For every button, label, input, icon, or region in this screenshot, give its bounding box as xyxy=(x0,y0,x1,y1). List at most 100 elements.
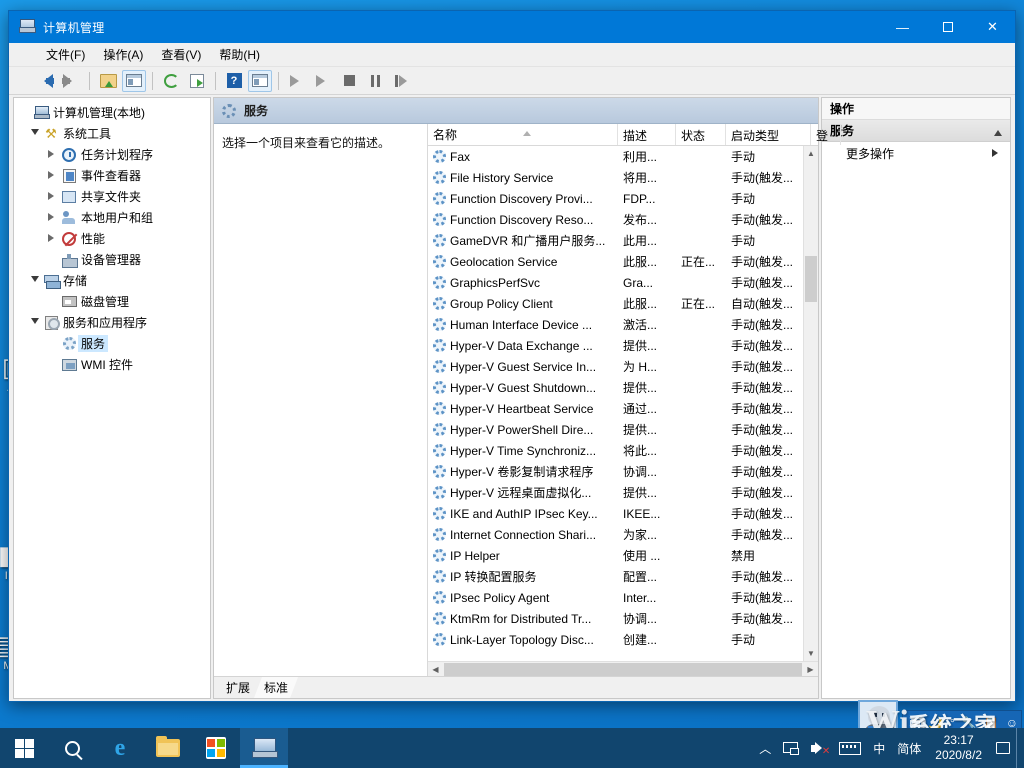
show-desktop-button[interactable] xyxy=(1016,728,1020,768)
tree-expander-open[interactable] xyxy=(28,273,42,288)
tree-expander-closed[interactable] xyxy=(46,213,60,223)
tree-item-services[interactable]: 服务 xyxy=(14,333,210,354)
resume-service-button[interactable] xyxy=(311,70,335,92)
tree-expander-closed[interactable] xyxy=(46,171,60,181)
action-more-actions[interactable]: 更多操作 xyxy=(822,142,1010,164)
tree-item-device-manager[interactable]: 设备管理器 xyxy=(14,249,210,270)
scroll-down-icon[interactable]: ▼ xyxy=(804,646,818,661)
file-explorer-button[interactable] xyxy=(144,728,192,768)
stop-service-button[interactable] xyxy=(337,70,361,92)
tree-expander-closed[interactable] xyxy=(46,234,60,244)
tree-item-storage[interactable]: 存储 xyxy=(14,270,210,291)
network-button[interactable] xyxy=(777,728,805,768)
show-console-tree-button[interactable] xyxy=(122,70,146,92)
table-row[interactable]: Hyper-V Data Exchange ...提供...手动(触发...本 xyxy=(428,335,818,356)
table-row[interactable]: Hyper-V Guest Service In...为 H...手动(触发..… xyxy=(428,356,818,377)
show-action-pane-button[interactable] xyxy=(248,70,272,92)
up-one-level-button[interactable] xyxy=(96,70,120,92)
menu-file[interactable]: 文件(F) xyxy=(37,43,94,66)
start-button[interactable] xyxy=(0,728,48,768)
table-row[interactable]: File History Service将用...手动(触发...本 xyxy=(428,167,818,188)
refresh-button[interactable] xyxy=(159,70,183,92)
ime-mode-button[interactable]: 中 xyxy=(867,728,891,768)
export-list-button[interactable] xyxy=(185,70,209,92)
table-row[interactable]: Group Policy Client此服...正在...自动(触发...本 xyxy=(428,293,818,314)
tree-expander-open[interactable] xyxy=(28,315,42,330)
services-list-body[interactable]: Fax利用...手动网File History Service将用...手动(触… xyxy=(428,146,818,661)
table-row[interactable]: Hyper-V 卷影复制请求程序协调...手动(触发...本 xyxy=(428,461,818,482)
column-header-log-on-as[interactable]: 登 xyxy=(811,124,841,145)
tree-expander-open[interactable] xyxy=(28,126,42,141)
column-header-status[interactable]: 状态 xyxy=(676,124,726,145)
start-service-button[interactable] xyxy=(285,70,309,92)
table-row[interactable]: IPsec Policy AgentInter...手动(触发...网 xyxy=(428,587,818,608)
edge-button[interactable]: e xyxy=(96,728,144,768)
table-row[interactable]: Fax利用...手动网 xyxy=(428,146,818,167)
actions-section-services[interactable]: 服务 xyxy=(822,120,1010,142)
close-button[interactable]: ✕ xyxy=(970,11,1015,43)
tree-item-disk-management[interactable]: 磁盘管理 xyxy=(14,291,210,312)
table-row[interactable]: Link-Layer Topology Disc...创建...手动本 xyxy=(428,629,818,650)
console-tree[interactable]: 计算机管理(本地) ⚒ 系统工具 任务计划程序 事件查看器 xyxy=(13,97,211,699)
menu-view[interactable]: 查看(V) xyxy=(152,43,210,66)
tab-standard[interactable]: 标准 xyxy=(254,677,298,698)
table-row[interactable]: Human Interface Device ...激活...手动(触发...本 xyxy=(428,314,818,335)
table-row[interactable]: IP Helper使用 ...禁用本 xyxy=(428,545,818,566)
tree-item-system-tools[interactable]: ⚒ 系统工具 xyxy=(14,123,210,144)
maximize-button[interactable] xyxy=(925,11,970,43)
services-list-horizontal-scrollbar[interactable]: ◀ ▶ xyxy=(428,661,818,676)
table-row[interactable]: Geolocation Service此服...正在...手动(触发...本 xyxy=(428,251,818,272)
column-header-name[interactable]: 名称 xyxy=(428,124,618,145)
scroll-right-icon[interactable]: ▶ xyxy=(803,662,818,677)
forward-button[interactable] xyxy=(59,70,83,92)
minimize-button[interactable]: — xyxy=(880,11,925,43)
scroll-up-icon[interactable]: ▲ xyxy=(804,146,818,161)
search-button[interactable] xyxy=(48,728,96,768)
table-row[interactable]: Internet Connection Shari...为家...手动(触发..… xyxy=(428,524,818,545)
tree-item-services-and-applications[interactable]: 服务和应用程序 xyxy=(14,312,210,333)
touch-keyboard-button[interactable] xyxy=(833,728,867,768)
computer-management-taskbar-button[interactable] xyxy=(240,728,288,768)
table-row[interactable]: GameDVR 和广播用户服务...此用...手动本 xyxy=(428,230,818,251)
tab-extended[interactable]: 扩展 xyxy=(216,677,260,698)
tree-item-performance[interactable]: 性能 xyxy=(14,228,210,249)
tree-item-event-viewer[interactable]: 事件查看器 xyxy=(14,165,210,186)
table-row[interactable]: KtmRm for Distributed Tr...协调...手动(触发...… xyxy=(428,608,818,629)
window-title-bar[interactable]: 计算机管理 — ✕ xyxy=(9,11,1015,43)
column-header-description[interactable]: 描述 xyxy=(618,124,676,145)
tree-item-task-scheduler[interactable]: 任务计划程序 xyxy=(14,144,210,165)
scroll-left-icon[interactable]: ◀ xyxy=(428,662,443,677)
help-button[interactable]: ? xyxy=(222,70,246,92)
desktop[interactable]: ▣ Ad ◧ IE ▤ M 计算机管理 — ✕ 文件(F) 操作(A) 查看(V… xyxy=(0,0,1024,768)
column-header-startup-type[interactable]: 启动类型 xyxy=(726,124,811,145)
services-list-vertical-scrollbar[interactable]: ▲ ▼ xyxy=(803,146,818,661)
show-hidden-icons-button[interactable]: ︿ xyxy=(753,728,777,768)
tree-item-local-users-groups[interactable]: 本地用户和组 xyxy=(14,207,210,228)
table-row[interactable]: IKE and AuthIP IPsec Key...IKEE...手动(触发.… xyxy=(428,503,818,524)
menu-action[interactable]: 操作(A) xyxy=(94,43,152,66)
tree-item-computer-management[interactable]: 计算机管理(本地) xyxy=(14,102,210,123)
services-list[interactable]: 名称 描述 状态 启动类型 登 Fax利用...手动网File History … xyxy=(428,124,818,676)
table-row[interactable]: Hyper-V 远程桌面虚拟化...提供...手动(触发...本 xyxy=(428,482,818,503)
table-row[interactable]: Function Discovery Provi...FDP...手动本 xyxy=(428,188,818,209)
menu-help[interactable]: 帮助(H) xyxy=(210,43,269,66)
back-button[interactable] xyxy=(33,70,57,92)
ime-shape-button[interactable]: 简体 xyxy=(891,728,927,768)
scrollbar-thumb-horizontal[interactable] xyxy=(444,663,802,676)
tree-expander-closed[interactable] xyxy=(46,192,60,202)
scrollbar-thumb[interactable] xyxy=(805,256,817,302)
table-row[interactable]: IP 转换配置服务配置...手动(触发...本 xyxy=(428,566,818,587)
table-row[interactable]: Hyper-V Heartbeat Service通过...手动(触发...本 xyxy=(428,398,818,419)
volume-button[interactable]: ✕ xyxy=(805,728,833,768)
tree-expander-closed[interactable] xyxy=(46,150,60,160)
pause-service-button[interactable] xyxy=(363,70,387,92)
restart-service-button[interactable] xyxy=(389,70,413,92)
table-row[interactable]: Hyper-V PowerShell Dire...提供...手动(触发...本 xyxy=(428,419,818,440)
tree-item-wmi-control[interactable]: WMI 控件 xyxy=(14,354,210,375)
chevron-up-icon[interactable] xyxy=(994,126,1002,136)
table-row[interactable]: Function Discovery Reso...发布...手动(触发...本 xyxy=(428,209,818,230)
microsoft-store-button[interactable] xyxy=(192,728,240,768)
clock[interactable]: 23:17 2020/8/2 xyxy=(927,733,990,763)
table-row[interactable]: Hyper-V Time Synchroniz...将此...手动(触发...本 xyxy=(428,440,818,461)
table-row[interactable]: GraphicsPerfSvcGra...手动(触发...本 xyxy=(428,272,818,293)
